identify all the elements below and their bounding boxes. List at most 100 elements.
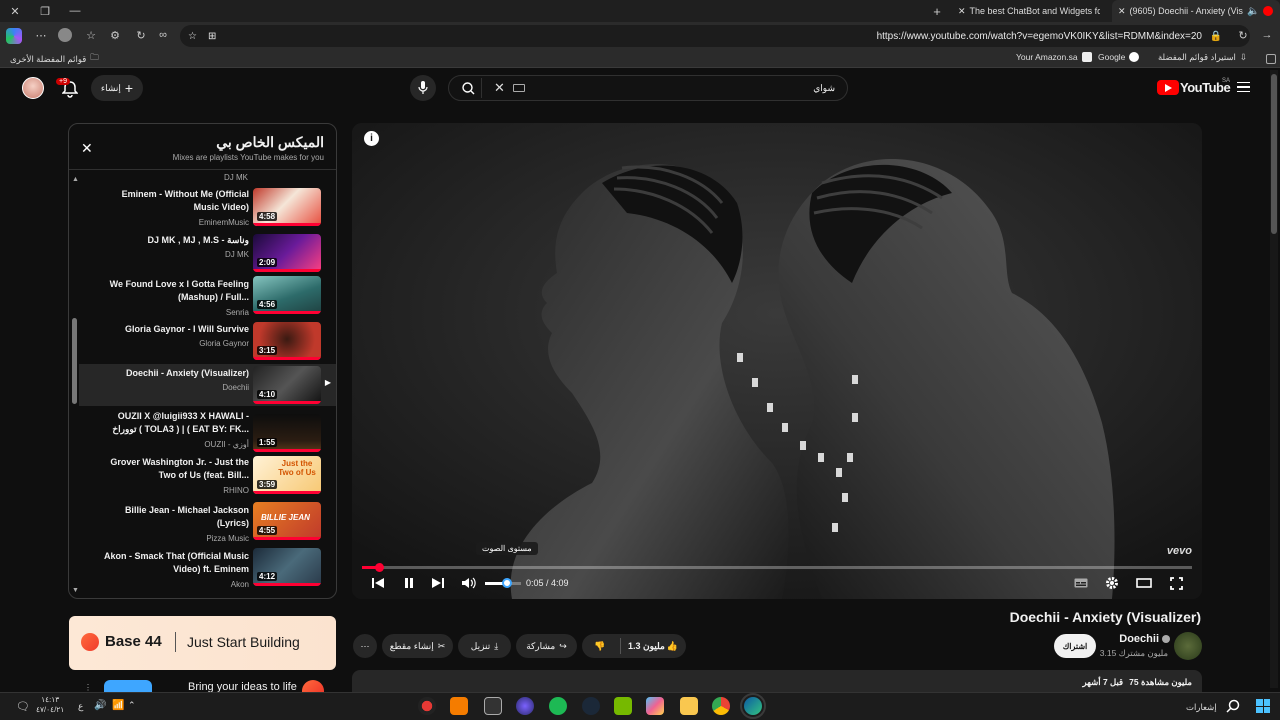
taskbar-edge-icon[interactable] xyxy=(740,693,766,719)
new-tab-icon[interactable]: + xyxy=(930,4,944,19)
copilot-icon[interactable] xyxy=(6,28,22,44)
close-playlist-icon[interactable]: ✕ xyxy=(81,140,93,157)
youtube-logo-icon[interactable] xyxy=(1157,80,1179,95)
extensions-icon[interactable]: ⚙ xyxy=(108,28,122,42)
account-avatar[interactable] xyxy=(22,77,44,99)
playlist-scrollbar-thumb[interactable] xyxy=(72,318,77,404)
playlist-item[interactable]: Eminem - Without Me (Official Music Vide… xyxy=(79,184,336,228)
pause-icon[interactable] xyxy=(403,577,415,589)
subtitles-icon[interactable] xyxy=(1074,578,1088,588)
fullscreen-icon[interactable] xyxy=(1170,577,1183,590)
tab-audio-icon[interactable]: 🔈 xyxy=(1247,6,1259,17)
tab-chatbot[interactable]: ✕ The best ChatBot and Widgets fo xyxy=(952,0,1100,22)
playlist-item[interactable]: We Found Love x I Gotta Feeling (Mashup)… xyxy=(79,276,336,320)
taskbar-app-orange-icon[interactable] xyxy=(450,697,468,715)
next-track-icon[interactable] xyxy=(432,577,444,589)
like-icon[interactable]: 👍 xyxy=(667,641,678,652)
playlist-item[interactable]: OUZII X @luigii933 X HAWALI - تووراخ ( T… xyxy=(79,408,336,454)
scroll-down-arrow-icon[interactable]: ▼ xyxy=(72,587,79,594)
volume-slider[interactable] xyxy=(485,578,521,588)
subscribe-button[interactable]: اشتراك xyxy=(1054,634,1096,658)
voice-search-button[interactable] xyxy=(410,75,436,101)
menu-hamburger-icon[interactable] xyxy=(1237,82,1250,92)
favorite-google[interactable]: Google xyxy=(1098,52,1140,62)
split-screen-icon[interactable]: ⊞ xyxy=(208,31,216,42)
settings-gear-icon[interactable] xyxy=(1105,576,1119,590)
search-input[interactable]: شواي xyxy=(813,83,835,94)
ad-menu-icon[interactable]: ⋮ xyxy=(84,683,92,692)
taskbar-app-messenger-icon[interactable] xyxy=(516,697,534,715)
reader-icon[interactable]: ∞ xyxy=(156,28,170,42)
channel-name[interactable]: Doechii xyxy=(1119,633,1159,645)
playlist-item-current[interactable]: Doechii - Anxiety (Visualizer) Doechii 4… xyxy=(79,364,336,406)
search-box[interactable]: ✕ شواي xyxy=(448,75,848,101)
share-button[interactable]: مشاركة ↪ xyxy=(516,634,577,658)
taskbar-spotify-icon[interactable] xyxy=(549,697,567,715)
playlist-item[interactable]: Billie Jean - Michael Jackson (Lyrics) P… xyxy=(79,502,336,546)
ad-cta-button[interactable] xyxy=(104,680,152,692)
taskbar-chrome-icon[interactable] xyxy=(712,697,730,715)
url-bar[interactable]: ☆ ⊞ https://www.youtube.com/watch?v=egem… xyxy=(180,25,1250,47)
clip-button[interactable]: إنشاء مقطع ✂ xyxy=(382,634,453,658)
taskbar-store-icon[interactable] xyxy=(646,697,664,715)
create-button[interactable]: إنشاء + xyxy=(91,75,143,101)
wifi-icon[interactable]: 📶 xyxy=(112,700,124,711)
taskbar-app-x-icon[interactable] xyxy=(484,697,502,715)
playlist-item[interactable]: Grover Washington Jr. - Just the Two of … xyxy=(79,456,336,500)
playlist-item[interactable]: Akon - Smack That (Official Music Video)… xyxy=(79,548,336,592)
other-favorites-folder[interactable]: قوائم المفضلة الأخرى 🗀 xyxy=(10,52,99,66)
tray-expand-icon[interactable]: ⌃ xyxy=(128,700,136,711)
minimize-window-icon[interactable]: — xyxy=(68,4,82,18)
refresh-icon[interactable]: ↻ xyxy=(134,28,148,42)
video-player[interactable]: i vevo مستوى الصوت 0:05 / 4:09 xyxy=(352,123,1202,599)
previous-track-icon[interactable] xyxy=(372,577,384,589)
more-options-icon[interactable]: ⋯ xyxy=(34,28,48,42)
dislike-icon[interactable]: 👎 xyxy=(594,641,605,652)
taskbar-notifications-label[interactable]: إشعارات xyxy=(1186,702,1217,713)
scroll-up-arrow-icon[interactable]: ▲ xyxy=(72,176,79,183)
channel-name-row[interactable]: Doechii xyxy=(1119,633,1170,645)
back-arrow-icon[interactable]: → xyxy=(1260,28,1274,42)
speaker-icon[interactable]: 🔊 xyxy=(94,700,106,711)
taskbar-search-icon[interactable] xyxy=(1226,699,1240,713)
volume-knob[interactable] xyxy=(501,578,512,588)
taskbar-steam-icon[interactable] xyxy=(582,697,600,715)
description-box[interactable]: قبل 7 أشهر 75 مليون مشاهدة xyxy=(352,670,1202,692)
taskbar-file-explorer-icon[interactable] xyxy=(680,697,698,715)
taskbar-nvidia-icon[interactable] xyxy=(614,697,632,715)
tab-youtube[interactable]: ✕ (9605) Doechii - Anxiety (Vis 🔈 xyxy=(1112,0,1280,22)
volume-icon[interactable] xyxy=(462,577,476,589)
taskbar-app-recorder-icon[interactable] xyxy=(418,697,436,715)
channel-avatar[interactable] xyxy=(1174,632,1202,660)
clear-search-icon[interactable]: ✕ xyxy=(494,80,505,96)
keyboard-icon[interactable] xyxy=(513,84,525,92)
profile-avatar-icon[interactable] xyxy=(58,28,72,42)
import-favorites[interactable]: استيراد قوائم المفضلة ⇩ xyxy=(1158,52,1247,63)
close-tab-icon[interactable]: ✕ xyxy=(958,6,966,17)
notification-center-icon[interactable]: 🗨 xyxy=(16,700,30,713)
download-button[interactable]: تنزيل ⤓ xyxy=(458,634,511,658)
url-text[interactable]: https://www.youtube.com/watch?v=egemoVK0… xyxy=(877,31,1202,42)
favorite-star-icon[interactable]: ☆ xyxy=(188,31,197,42)
progress-bar[interactable] xyxy=(362,563,1192,572)
theater-mode-icon[interactable] xyxy=(1136,578,1152,588)
more-actions-button[interactable]: ⋯ xyxy=(353,634,377,658)
windows-start-icon[interactable] xyxy=(1256,699,1270,713)
playlist-item[interactable]: DJ MK , MJ , M.S - وناسة DJ MK 2:09 xyxy=(79,230,336,274)
close-window-icon[interactable]: ✕ xyxy=(8,4,22,18)
refresh-page-icon[interactable]: ↻ xyxy=(1236,28,1250,42)
restore-window-icon[interactable]: ❐ xyxy=(38,4,52,18)
collections-icon[interactable]: ☆ xyxy=(84,28,98,42)
input-language[interactable]: ع xyxy=(78,701,83,712)
like-count[interactable]: 1.3 مليون xyxy=(628,641,665,652)
favorite-amazon[interactable]: Your Amazon.sa xyxy=(1016,52,1092,62)
search-icon[interactable] xyxy=(462,82,475,95)
favorites-folder-icon[interactable] xyxy=(1266,54,1276,64)
ad-banner[interactable]: Base 44 Just Start Building xyxy=(69,616,336,670)
taskbar-clock[interactable]: ١٤:١٣ ٤٧/٠٤/٢١ xyxy=(36,695,64,715)
page-scrollbar[interactable] xyxy=(1270,70,1278,688)
close-tab-icon[interactable]: ✕ xyxy=(1118,6,1126,17)
playlist-item[interactable]: Gloria Gaynor - I Will Survive Gloria Ga… xyxy=(79,322,336,364)
progress-scrubber[interactable] xyxy=(374,563,384,572)
info-icon[interactable]: i xyxy=(364,131,379,146)
